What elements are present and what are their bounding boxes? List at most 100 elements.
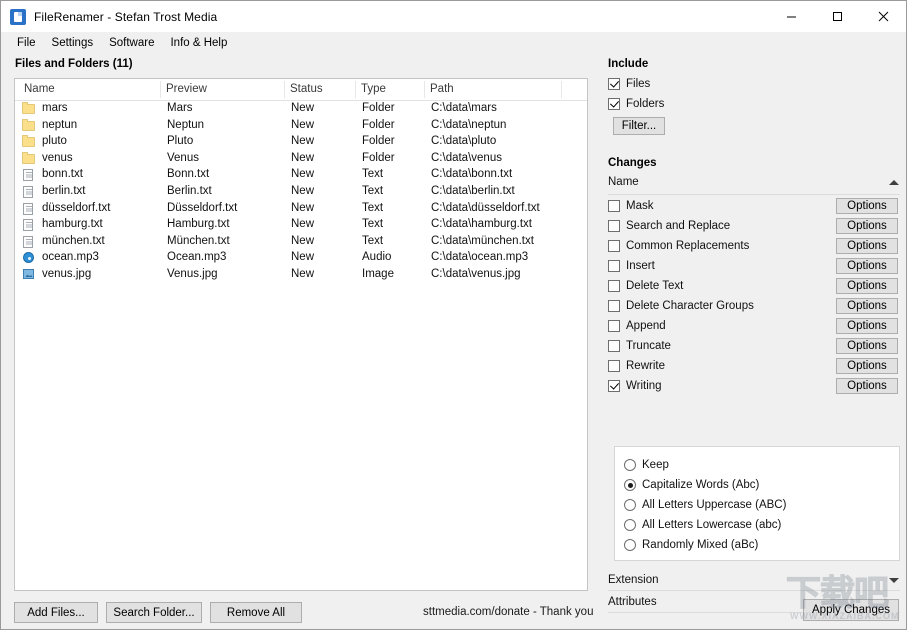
include-folders-checkbox-row[interactable]: Folders <box>608 97 664 111</box>
checkbox-files[interactable] <box>608 78 620 90</box>
radio-writing-option[interactable] <box>624 539 636 551</box>
extension-section-header[interactable]: Extension <box>608 572 900 588</box>
options-button[interactable]: Options <box>836 218 898 234</box>
cell-path: C:\data\ocean.mp3 <box>431 251 529 264</box>
cell-status: New <box>291 267 315 280</box>
radio-writing-option[interactable] <box>624 479 636 491</box>
cell-type: Folder <box>362 151 395 164</box>
checkbox-change-item[interactable] <box>608 200 620 212</box>
options-button[interactable]: Options <box>836 278 898 294</box>
menu-file[interactable]: File <box>9 35 44 51</box>
column-header-path[interactable]: Path <box>430 83 454 95</box>
cell-preview: Bonn.txt <box>167 168 210 181</box>
change-item-row[interactable]: Insert <box>608 259 655 273</box>
search-folder-button[interactable]: Search Folder... <box>106 602 202 623</box>
options-button[interactable]: Options <box>836 198 898 214</box>
table-row[interactable]: mars Mars New Folder C:\data\mars <box>15 101 587 118</box>
writing-option-row[interactable]: All Letters Uppercase (ABC) <box>624 498 786 512</box>
writing-options-panel: Keep Capitalize Words (Abc) All Letters Up… <box>614 446 900 561</box>
options-button[interactable]: Options <box>836 358 898 374</box>
radio-writing-option[interactable] <box>624 499 636 511</box>
table-row[interactable]: ocean.mp3 Ocean.mp3 New Audio C:\data\ocean.… <box>15 250 587 267</box>
column-header-status[interactable]: Status <box>290 83 323 95</box>
include-folders-label: Folders <box>626 98 665 110</box>
column-header-name[interactable]: Name <box>24 83 55 95</box>
change-item-row[interactable]: Delete Character Groups <box>608 299 754 313</box>
options-button[interactable]: Options <box>836 258 898 274</box>
remove-all-button[interactable]: Remove All <box>210 602 302 623</box>
checkbox-change-item[interactable] <box>608 300 620 312</box>
menu-settings[interactable]: Settings <box>44 35 102 51</box>
maximize-icon[interactable] <box>814 1 860 32</box>
table-row[interactable]: neptun Neptun New Folder C:\data\neptun <box>15 118 587 135</box>
radio-writing-option[interactable] <box>624 459 636 471</box>
checkbox-folders[interactable] <box>608 98 620 110</box>
image-file-icon <box>22 268 35 282</box>
apply-changes-button[interactable]: Apply Changes <box>803 599 899 621</box>
checkbox-change-item[interactable] <box>608 280 620 292</box>
checkbox-change-item[interactable] <box>608 240 620 252</box>
change-item-row[interactable]: Common Replacements <box>608 239 749 253</box>
change-item-row[interactable]: Truncate <box>608 339 671 353</box>
cell-preview: Venus.jpg <box>167 267 218 280</box>
table-row[interactable]: münchen.txt München.txt New Text C:\data\mün… <box>15 234 587 251</box>
cell-path: C:\data\venus.jpg <box>431 267 521 280</box>
menu-software[interactable]: Software <box>101 35 162 51</box>
app-document-icon <box>10 8 26 25</box>
menu-info-help[interactable]: Info & Help <box>162 35 235 51</box>
options-button[interactable]: Options <box>836 378 898 394</box>
include-files-checkbox-row[interactable]: Files <box>608 77 650 91</box>
text-file-icon <box>22 202 35 216</box>
table-row[interactable]: düsseldorf.txt Düsseldorf.txt New Text C:\da… <box>15 201 587 218</box>
writing-option-row[interactable]: All Letters Lowercase (abc) <box>624 518 781 532</box>
window-title: FileRenamer - Stefan Trost Media <box>34 9 218 24</box>
writing-option-row[interactable]: Keep <box>624 458 669 472</box>
app-window: FileRenamer - Stefan Trost Media File Se… <box>0 0 907 630</box>
changes-name-section-header[interactable]: Name <box>608 174 900 190</box>
minimize-icon[interactable] <box>768 1 814 32</box>
options-button[interactable]: Options <box>836 238 898 254</box>
table-row[interactable]: pluto Pluto New Folder C:\data\pluto <box>15 134 587 151</box>
close-icon[interactable] <box>860 1 906 32</box>
cell-path: C:\data\venus <box>431 151 502 164</box>
change-item-row[interactable]: Writing <box>608 379 662 393</box>
checkbox-change-item[interactable] <box>608 260 620 272</box>
change-item-row[interactable]: Append <box>608 319 666 333</box>
options-button[interactable]: Options <box>836 318 898 334</box>
table-row[interactable]: bonn.txt Bonn.txt New Text C:\data\bonn.txt <box>15 167 587 184</box>
donate-text[interactable]: sttmedia.com/donate - Thank you <box>423 606 593 618</box>
menu-bar: File Settings Software Info & Help <box>1 32 906 54</box>
column-header-type[interactable]: Type <box>361 83 386 95</box>
radio-writing-option[interactable] <box>624 519 636 531</box>
add-files-button[interactable]: Add Files... <box>14 602 98 623</box>
options-button[interactable]: Options <box>836 298 898 314</box>
filter-button[interactable]: Filter... <box>613 117 665 135</box>
change-item-row[interactable]: Delete Text <box>608 279 683 293</box>
chevron-up-icon[interactable] <box>889 177 900 188</box>
cell-status: New <box>291 118 315 131</box>
table-row[interactable]: venus Venus New Folder C:\data\venus <box>15 151 587 168</box>
change-item-row[interactable]: Rewrite <box>608 359 665 373</box>
options-button[interactable]: Options <box>836 338 898 354</box>
writing-option-label: All Letters Uppercase (ABC) <box>642 499 787 511</box>
change-item-row[interactable]: Mask <box>608 199 653 213</box>
writing-option-row[interactable]: Randomly Mixed (aBc) <box>624 538 758 552</box>
change-item-row[interactable]: Search and Replace <box>608 219 730 233</box>
cell-status: New <box>291 184 315 197</box>
writing-option-row[interactable]: Capitalize Words (Abc) <box>624 478 759 492</box>
checkbox-change-item[interactable] <box>608 320 620 332</box>
files-list[interactable]: Name Preview Status Type Path mars Mars Ne… <box>14 78 588 591</box>
checkbox-change-item[interactable] <box>608 340 620 352</box>
table-row[interactable]: venus.jpg Venus.jpg New Image C:\data\venus.… <box>15 267 587 284</box>
folder-icon <box>22 102 35 116</box>
chevron-down-icon-extension[interactable] <box>889 575 900 586</box>
checkbox-change-item[interactable] <box>608 360 620 372</box>
column-header-preview[interactable]: Preview <box>166 83 207 95</box>
cell-name: ocean.mp3 <box>42 251 99 264</box>
cell-path: C:\data\düsseldorf.txt <box>431 201 540 214</box>
cell-name: mars <box>42 102 68 114</box>
table-row[interactable]: hamburg.txt Hamburg.txt New Text C:\data\ham… <box>15 217 587 234</box>
table-row[interactable]: berlin.txt Berlin.txt New Text C:\data\berli… <box>15 184 587 201</box>
checkbox-change-item[interactable] <box>608 380 620 392</box>
checkbox-change-item[interactable] <box>608 220 620 232</box>
